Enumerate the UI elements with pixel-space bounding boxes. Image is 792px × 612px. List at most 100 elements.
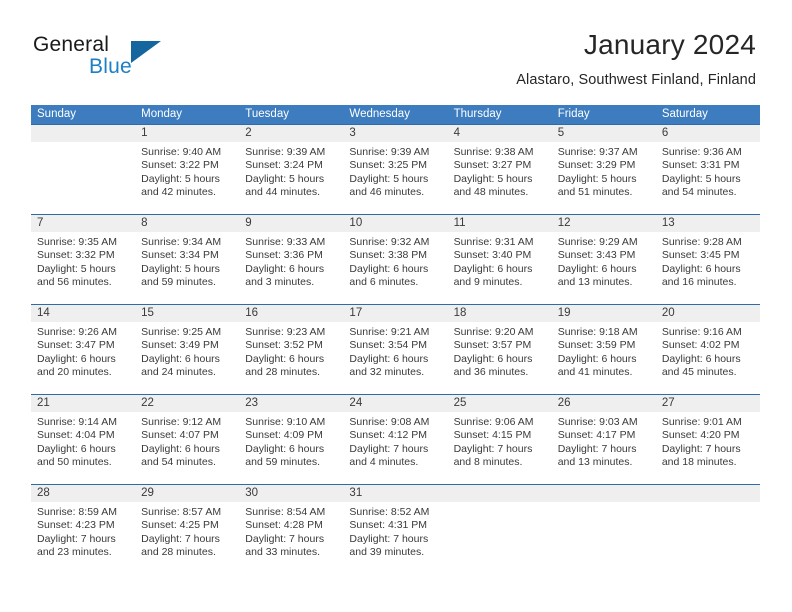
daylight-text-line1: Daylight: 7 hours (245, 532, 325, 545)
day-cell: Sunrise: 9:01 AM Sunset: 4:20 PM Dayligh… (656, 412, 760, 484)
day-number: 4 (453, 127, 460, 139)
sunset-text: Sunset: 4:28 PM (245, 519, 323, 532)
daylight-text-line2: and 39 minutes. (349, 546, 425, 559)
sunrise-text: Sunrise: 9:26 AM (37, 326, 117, 338)
daylight-text-line2: and 46 minutes. (349, 186, 425, 199)
week-row: 14 15 16 17 18 19 20 Sunrise: 9:26 AM Su… (31, 304, 760, 394)
day-cell (656, 502, 760, 574)
sunset-text: Sunset: 3:59 PM (557, 339, 636, 352)
sunset-text: Sunset: 3:24 PM (245, 159, 323, 172)
day-number: 16 (245, 307, 259, 319)
day-cell: Sunrise: 9:06 AM Sunset: 4:15 PM Dayligh… (448, 412, 552, 484)
sunset-text: Sunset: 3:25 PM (349, 159, 428, 172)
day-number: 25 (453, 397, 467, 409)
day-number: 6 (661, 127, 669, 139)
daylight-text-line1: Daylight: 6 hours (661, 262, 741, 275)
daylight-text-line1: Daylight: 6 hours (557, 262, 637, 275)
day-cell: Sunrise: 9:32 AM Sunset: 3:38 PM Dayligh… (343, 232, 447, 304)
sunrise-text: Sunrise: 9:08 AM (349, 416, 430, 428)
sunset-text: Sunset: 3:34 PM (141, 249, 219, 262)
day-cell: Sunrise: 8:57 AM Sunset: 4:25 PM Dayligh… (135, 502, 239, 574)
week-row: 1 2 3 4 5 6 Sunrise: 9:40 AM Sunset: 3:2… (31, 124, 760, 214)
day-cell: Sunrise: 9:10 AM Sunset: 4:09 PM Dayligh… (239, 412, 343, 484)
day-number: 1 (141, 127, 148, 139)
day-cell (448, 502, 552, 574)
daylight-text-line1: Daylight: 6 hours (37, 442, 116, 455)
weekday-header-thursday: Thursday (453, 108, 502, 120)
day-number: 10 (349, 217, 363, 229)
sunrise-text: Sunrise: 9:14 AM (37, 416, 117, 428)
day-number: 27 (661, 397, 675, 409)
sunset-text: Sunset: 3:52 PM (245, 339, 323, 352)
daylight-text-line1: Daylight: 5 hours (661, 172, 741, 185)
daylight-text-line1: Daylight: 6 hours (557, 352, 637, 365)
daylight-text-line2: and 6 minutes. (349, 276, 419, 289)
sunset-text: Sunset: 3:54 PM (349, 339, 428, 352)
day-cell: Sunrise: 9:18 AM Sunset: 3:59 PM Dayligh… (552, 322, 656, 394)
sunrise-text: Sunrise: 9:40 AM (141, 146, 222, 158)
sunset-text: Sunset: 3:45 PM (661, 249, 740, 262)
day-number: 20 (661, 307, 675, 319)
calendar-grid: Sunday Monday Tuesday Wednesday Thursday… (31, 105, 760, 574)
daylight-text-line1: Daylight: 7 hours (557, 442, 637, 455)
daylight-text-line1: Daylight: 6 hours (37, 352, 116, 365)
day-cell: Sunrise: 9:36 AM Sunset: 3:31 PM Dayligh… (656, 142, 760, 214)
sunrise-text: Sunrise: 9:21 AM (349, 326, 430, 338)
day-number: 31 (349, 487, 363, 499)
sunset-text: Sunset: 3:43 PM (557, 249, 636, 262)
daylight-text-line2: and 4 minutes. (349, 456, 419, 469)
daylight-text-line2: and 32 minutes. (349, 366, 425, 379)
day-number: 18 (453, 307, 467, 319)
daylight-text-line2: and 13 minutes. (557, 456, 633, 469)
daylight-text-line2: and 56 minutes. (37, 276, 112, 289)
day-number-band: 21 22 23 24 25 26 27 (31, 395, 760, 412)
weekday-header-wednesday: Wednesday (349, 108, 410, 120)
daylight-text-line1: Daylight: 6 hours (245, 262, 325, 275)
daylight-text-line1: Daylight: 5 hours (557, 172, 637, 185)
daylight-text-line1: Daylight: 6 hours (245, 442, 325, 455)
day-number: 15 (141, 307, 154, 319)
sunrise-text: Sunrise: 9:36 AM (661, 146, 742, 158)
weekday-header-sunday: Sunday (37, 108, 77, 120)
daylight-text-line2: and 44 minutes. (245, 186, 320, 199)
daylight-text-line1: Daylight: 6 hours (661, 352, 741, 365)
day-detail-row: Sunrise: 8:59 AM Sunset: 4:23 PM Dayligh… (31, 502, 760, 574)
daylight-text-line1: Daylight: 5 hours (141, 172, 220, 185)
weekday-header-row: Sunday Monday Tuesday Wednesday Thursday… (31, 105, 760, 124)
daylight-text-line1: Daylight: 5 hours (453, 172, 533, 185)
daylight-text-line1: Daylight: 5 hours (245, 172, 325, 185)
day-number (31, 125, 135, 142)
daylight-text-line1: Daylight: 6 hours (245, 352, 325, 365)
day-number (552, 485, 656, 502)
sunset-text: Sunset: 4:02 PM (661, 339, 740, 352)
page-title: January 2024 (583, 29, 756, 60)
day-number: 21 (37, 397, 50, 409)
sunrise-text: Sunrise: 9:39 AM (349, 146, 430, 158)
day-number: 30 (245, 487, 259, 499)
day-cell: Sunrise: 8:52 AM Sunset: 4:31 PM Dayligh… (343, 502, 447, 574)
daylight-text-line2: and 23 minutes. (37, 546, 112, 559)
sunset-text: Sunset: 3:38 PM (349, 249, 428, 262)
sunrise-text: Sunrise: 9:12 AM (141, 416, 222, 428)
day-number: 14 (37, 307, 50, 319)
sunrise-text: Sunrise: 9:38 AM (453, 146, 534, 158)
day-cell: Sunrise: 8:59 AM Sunset: 4:23 PM Dayligh… (31, 502, 135, 574)
day-number: 17 (349, 307, 363, 319)
day-number: 2 (245, 127, 252, 139)
day-cell: Sunrise: 9:28 AM Sunset: 3:45 PM Dayligh… (656, 232, 760, 304)
sunrise-text: Sunrise: 9:34 AM (141, 236, 222, 248)
day-number-band: 1 2 3 4 5 6 (31, 125, 760, 142)
sunset-text: Sunset: 3:49 PM (141, 339, 219, 352)
sunset-text: Sunset: 4:20 PM (661, 429, 740, 442)
general-blue-logo: General Blue (33, 33, 233, 85)
daylight-text-line2: and 13 minutes. (557, 276, 633, 289)
sunset-text: Sunset: 4:23 PM (37, 519, 115, 532)
day-number (656, 485, 760, 502)
daylight-text-line2: and 45 minutes. (661, 366, 737, 379)
day-cell: Sunrise: 9:39 AM Sunset: 3:24 PM Dayligh… (239, 142, 343, 214)
daylight-text-line1: Daylight: 5 hours (349, 172, 429, 185)
day-number: 13 (661, 217, 675, 229)
sunrise-text: Sunrise: 9:23 AM (245, 326, 326, 338)
day-number: 28 (37, 487, 50, 499)
weekday-header-monday: Monday (141, 108, 183, 120)
